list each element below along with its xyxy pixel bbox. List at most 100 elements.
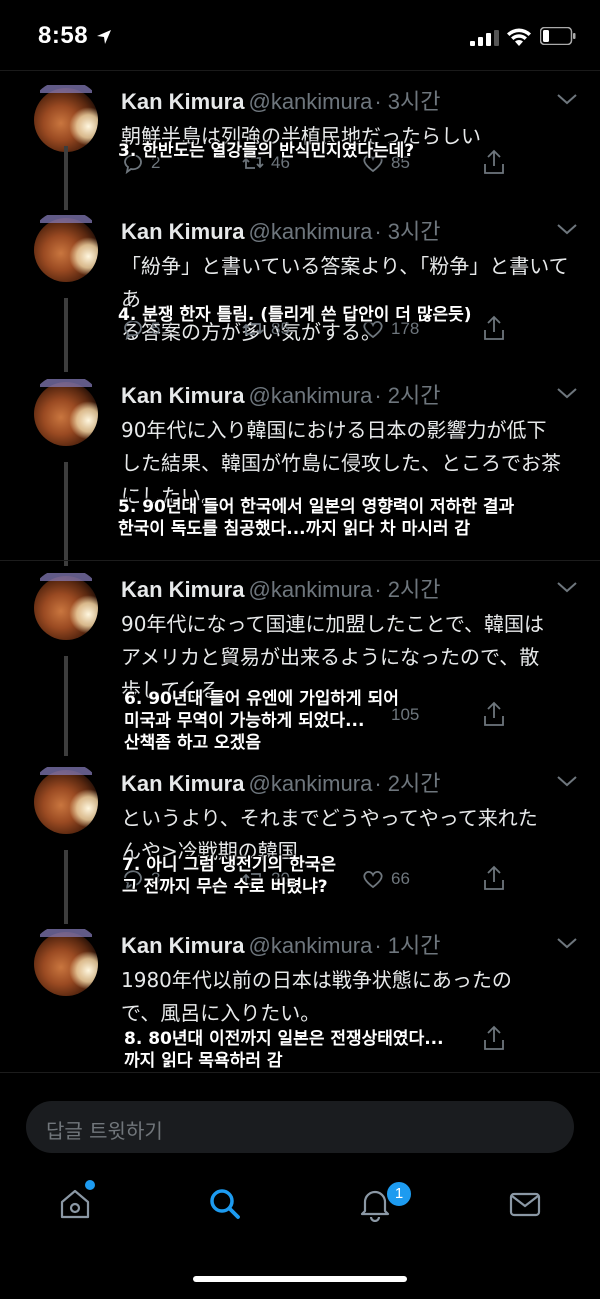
tab-search[interactable] [195, 1180, 255, 1232]
share-icon[interactable] [481, 314, 507, 342]
thread-line [64, 656, 68, 756]
tweet[interactable]: Kan Kimura @kankimura· 1시간 1980年代以前の日本は戦争… [0, 914, 600, 1072]
caption-line: 7. 아니 그럼 냉전기의 한국은 [122, 855, 337, 875]
tweet-text-line: アメリカと貿易が出来るようになったので、散 [121, 645, 540, 669]
thread-line [64, 914, 68, 924]
tweet-time: · 3시간 [374, 219, 441, 244]
avatar[interactable] [28, 374, 104, 450]
display-name[interactable]: Kan Kimura [121, 771, 244, 796]
caption-line: 5. 90년대 들어 한국에서 일본의 영향력이 저하한 결과 [118, 497, 515, 517]
caption-overlay: 5. 90년대 들어 한국에서 일본의 영향력이 저하한 결과 한국이 독도를 … [118, 496, 514, 540]
mail-icon [509, 1192, 541, 1217]
tweet[interactable]: Kan Kimura @kankimura· 2시간 90年代に入り韓国における日… [0, 364, 600, 566]
user-handle[interactable]: @kankimura [248, 577, 372, 602]
home-indicator[interactable] [193, 1276, 407, 1282]
wifi-icon [507, 28, 531, 46]
avatar[interactable] [28, 80, 104, 156]
caption-line: 6. 90년대 들어 유엔에 가입하게 되어 [124, 689, 399, 709]
avatar[interactable] [28, 568, 104, 644]
tweet-header: Kan Kimura @kankimura· 3시간 [121, 214, 440, 246]
chevron-down-icon[interactable] [556, 92, 578, 106]
battery-icon [540, 27, 576, 45]
chevron-down-icon[interactable] [556, 580, 578, 594]
share-icon[interactable] [481, 700, 507, 728]
caption-line: 한국이 독도를 침공했다...까지 읽다 차 마시러 감 [118, 519, 471, 539]
tweet-text-line: 1980年代以前の日本は戦争状態にあったの [121, 968, 512, 992]
display-name[interactable]: Kan Kimura [121, 219, 244, 244]
avatar[interactable] [28, 924, 104, 1000]
tab-messages[interactable] [495, 1180, 555, 1232]
display-name[interactable]: Kan Kimura [121, 383, 244, 408]
thread-line [64, 850, 68, 914]
thread-line [64, 462, 68, 566]
avatar[interactable] [28, 762, 104, 838]
caption-line: 4. 분쟁 한자 틀림. (틀리게 쓴 답안이 더 많은듯) [118, 305, 472, 325]
share-icon[interactable] [481, 148, 507, 176]
display-name[interactable]: Kan Kimura [121, 933, 244, 958]
tweet-text-line: 90年代になって国連に加盟したことで、韓国は [121, 612, 545, 636]
reply-placeholder: 답글 트윗하기 [46, 1119, 163, 1143]
tweet-text-line: というより、それまでどうやってやって来れた [121, 806, 538, 830]
avatar[interactable] [28, 210, 104, 286]
caption-line: 그 전까지 무슨 수로 버텼냐? [122, 877, 328, 897]
share-icon[interactable] [481, 1024, 507, 1052]
tweet-text-line: した結果、韓国が竹島に侵攻した、ところでお茶 [121, 451, 561, 475]
tweet-time: · 2시간 [374, 383, 441, 408]
caption-line: 8. 80년대 이전까지 일본은 전쟁상태였다... [124, 1029, 444, 1049]
tweet[interactable]: Kan Kimura @kankimura· 2시간 90年代になって国連に加盟し… [0, 566, 600, 756]
home-icon [60, 1189, 90, 1219]
tweet-time: · 3시간 [374, 89, 441, 114]
tweet-divider [0, 560, 600, 561]
tweet-time: · 2시간 [374, 771, 441, 796]
tab-home[interactable] [45, 1180, 105, 1232]
chevron-down-icon[interactable] [556, 222, 578, 236]
thread-line [64, 364, 68, 372]
tweet-header: Kan Kimura @kankimura· 2시간 [121, 766, 440, 798]
tweet[interactable]: Kan Kimura @kankimura· 2시간 というより、それまでどうやっ… [0, 760, 600, 914]
share-icon[interactable] [481, 864, 507, 892]
user-handle[interactable]: @kankimura [248, 89, 372, 114]
tweet-text: 1980年代以前の日本は戦争状態にあったの で、風呂に入りたい。 [121, 964, 581, 1030]
chevron-down-icon[interactable] [556, 936, 578, 950]
caption-overlay: 7. 아니 그럼 냉전기의 한국은 그 전까지 무슨 수로 버텼냐? [122, 854, 336, 898]
caption-overlay: 6. 90년대 들어 유엔에 가입하게 되어 미국과 무역이 가능하게 되었다.… [124, 688, 399, 754]
reply-bar: 답글 트윗하기 [0, 1072, 600, 1163]
tweet-header: Kan Kimura @kankimura· 2시간 [121, 378, 440, 410]
location-arrow-icon [97, 30, 111, 44]
reply-input[interactable]: 답글 트윗하기 [26, 1101, 574, 1153]
chevron-down-icon[interactable] [556, 386, 578, 400]
tweet-time: · 1시간 [374, 933, 441, 958]
user-handle[interactable]: @kankimura [248, 383, 372, 408]
status-time: 8:58 [38, 22, 89, 49]
caption-overlay: 3. 한반도는 열강들의 반식민지였다는데? [118, 140, 414, 162]
caption-line: 산책좀 하고 오겠음 [124, 733, 261, 753]
notification-badge: 1 [385, 1180, 413, 1208]
caption-line: 3. 한반도는 열강들의 반식민지였다는데? [118, 141, 415, 161]
unread-dot [85, 1180, 95, 1190]
caption-line: 까지 읽다 목욕하러 감 [124, 1051, 283, 1071]
tweet[interactable]: Kan Kimura @kankimura· 3시간 「紛争」と書いている答案より… [0, 146, 600, 372]
display-name[interactable]: Kan Kimura [121, 89, 244, 114]
caption-line: 미국과 무역이 가능하게 되었다... [124, 711, 365, 731]
like-button[interactable]: 66 [361, 864, 410, 894]
caption-overlay: 4. 분쟁 한자 틀림. (틀리게 쓴 답안이 더 많은듯) [118, 304, 472, 326]
heart-icon [363, 870, 383, 889]
caption-overlay: 8. 80년대 이전까지 일본은 전쟁상태였다... 까지 읽다 목욕하러 감 [124, 1028, 444, 1072]
tweet-time: · 2시간 [374, 577, 441, 602]
tweet-text-line: 90年代に入り韓国における日本の影響力が低下 [121, 418, 547, 442]
display-name[interactable]: Kan Kimura [121, 577, 244, 602]
tweet-header: Kan Kimura @kankimura· 1시간 [121, 928, 440, 960]
user-handle[interactable]: @kankimura [248, 771, 372, 796]
status-bar: 8:58 [0, 0, 600, 70]
header-divider [0, 70, 600, 71]
thread-line [64, 146, 68, 210]
tweet-header: Kan Kimura @kankimura· 3시간 [121, 84, 440, 116]
like-count: 66 [391, 869, 410, 888]
thread-line [64, 298, 68, 372]
tweet[interactable]: Kan Kimura @kankimura· 3시간 朝鮮半島は列強の半植民地だっ… [0, 78, 600, 214]
tweet-header: Kan Kimura @kankimura· 2시간 [121, 572, 440, 604]
user-handle[interactable]: @kankimura [248, 219, 372, 244]
user-handle[interactable]: @kankimura [248, 933, 372, 958]
cellular-signal-icon [470, 30, 499, 46]
chevron-down-icon[interactable] [556, 774, 578, 788]
